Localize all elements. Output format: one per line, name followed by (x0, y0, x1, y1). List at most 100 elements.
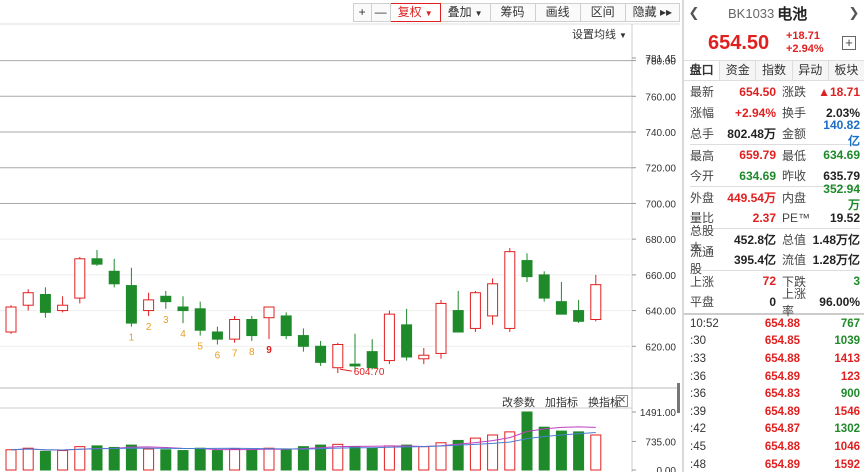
add-indicator-button[interactable]: 加指标 (545, 394, 578, 410)
panel-resize-handle[interactable] (677, 383, 680, 413)
volume-bar (211, 450, 223, 471)
quote-panel: ❮ BK1033 电池 ❯ 654.50 +18.71 +2.94% + 盘口 … (682, 0, 864, 472)
quote-value: 802.48万 (727, 127, 776, 141)
price-tick-label: 680.00 (645, 235, 676, 246)
kline-chart-pane: 781.45 780.00 760.00 740.00 720.00 700.00 680.… (0, 0, 680, 472)
price-tick-label: 700.00 (645, 199, 676, 210)
last-price: 654.50 (708, 31, 770, 54)
tab-capital[interactable]: 资金 (720, 61, 757, 80)
quote-label: PE™ (782, 210, 811, 225)
quote-value: +2.94% (734, 105, 776, 120)
candle-body (349, 363, 361, 367)
stock-name: 电池 (777, 5, 808, 23)
volume-bar (194, 447, 206, 471)
quote-value: 1.48万亿 (812, 232, 860, 247)
quote-value: 96.00% (819, 294, 860, 309)
tab-sector[interactable]: 板块 (829, 61, 864, 80)
chevron-left-icon[interactable]: ❮ (684, 5, 704, 21)
quote-label: 涨幅 (690, 106, 715, 120)
quote-value: 3 (853, 274, 860, 288)
volume-bar (143, 448, 155, 471)
quote-label: 外盘 (690, 190, 715, 205)
volume-bar (125, 444, 137, 471)
quote-value: ▲18.71 (818, 84, 860, 99)
quote-label: 平盘 (690, 295, 715, 309)
close-icon[interactable]: ✕ (616, 395, 628, 407)
stock-code: BK1033 (728, 5, 775, 21)
zoom-in-button[interactable]: + (352, 3, 372, 22)
quote-value: 395.4亿 (733, 253, 776, 267)
volume-bar (590, 434, 602, 471)
chevron-right-icon[interactable]: ❯ (844, 5, 864, 21)
tick-time: :48 (690, 458, 706, 471)
tick-time: :30 (690, 335, 706, 348)
tab-movement[interactable]: 异动 (793, 61, 829, 80)
quote-value: 452.8亿 (733, 232, 776, 247)
candle-body (108, 270, 120, 285)
candle-body (280, 315, 292, 337)
sequence-mark: 7 (232, 349, 238, 360)
overlay-dropdown[interactable]: 叠加 ▼ (440, 3, 491, 22)
quote-value: 19.52 (829, 210, 860, 225)
draw-line-button[interactable]: 画线 (535, 3, 581, 22)
quote-row: 外盘 449.54万 内盘 352.94万 (690, 182, 860, 212)
tick-price: 654.88 (764, 440, 800, 453)
quote-value: 634.69 (739, 168, 776, 183)
candle-body (418, 354, 430, 360)
volume-bar (280, 448, 292, 471)
candle-body (435, 302, 447, 354)
hide-button[interactable]: 隐藏 ▸▸ (625, 3, 680, 22)
quote-value: 1.28万亿 (812, 253, 860, 267)
tick-volume: 1592 (834, 458, 860, 471)
sequence-mark: 3 (163, 315, 169, 326)
quote-value: 0 (769, 294, 776, 309)
quote-value: 140.82亿 (823, 118, 860, 148)
low-pointer-line (339, 368, 352, 372)
price-tick-label: 620.00 (645, 342, 676, 353)
moving-average-settings[interactable]: 设置均线 ▼ (572, 26, 627, 42)
tick-volume: 1302 (834, 423, 860, 436)
quote-row: 流通股 395.4亿 流值 1.28万亿 (690, 245, 860, 276)
quote-label: 上涨 (690, 274, 715, 289)
tick-price: 654.89 (764, 405, 800, 418)
quote-label: 总值 (782, 232, 807, 247)
price-tick-label: 740.00 (645, 128, 676, 139)
sequence-mark: 4 (180, 329, 186, 340)
tick-row: :39 654.89 1546 (684, 403, 864, 421)
sequence-mark: 8 (249, 347, 255, 358)
tick-volume: 1039 (834, 335, 860, 348)
tick-time: :42 (690, 423, 706, 436)
tab-order-book[interactable]: 盘口 (684, 61, 721, 80)
tick-time: :36 (690, 370, 706, 383)
adjust-dropdown[interactable]: 复权 ▼ (390, 3, 441, 22)
candle-body (91, 258, 103, 265)
volume-bar (573, 431, 585, 471)
volume-bar (263, 447, 275, 471)
candle-body (573, 310, 585, 322)
quote-stats: 最新 654.50 涨跌 ▲18.71 涨幅 +2.94% 换手 2.03% 总手 802.48万… (684, 81, 864, 318)
zoom-out-button[interactable]: — (371, 3, 391, 22)
add-watchlist-icon[interactable]: + (842, 36, 856, 50)
candle-body (590, 284, 602, 321)
volume-bar (22, 447, 34, 471)
sequence-mark: 9 (266, 345, 272, 356)
tick-row: :33 654.88 1413 (684, 350, 864, 368)
tick-price: 654.87 (764, 423, 800, 436)
quote-label: 最新 (690, 85, 715, 99)
chips-button[interactable]: 筹码 (490, 3, 536, 22)
tab-index[interactable]: 指数 (756, 61, 793, 80)
quote-label: 涨跌 (782, 85, 807, 99)
tick-row: :42 654.87 1302 (684, 421, 864, 439)
candle-body (143, 299, 155, 312)
candle-body (74, 258, 86, 299)
edit-params-button[interactable]: 改参数 (502, 394, 535, 410)
range-button[interactable]: 区间 (580, 3, 626, 22)
volume-tick-label: 735.00 (645, 437, 676, 448)
candle-body (383, 313, 395, 362)
tick-row: :45 654.88 1046 (684, 438, 864, 456)
change-value: +18.71 (786, 30, 820, 42)
candle-body (452, 310, 464, 333)
candle-body (555, 301, 567, 315)
price-tick-label: 720.00 (645, 164, 676, 175)
price-row: 654.50 +18.71 +2.94% + (684, 26, 864, 60)
